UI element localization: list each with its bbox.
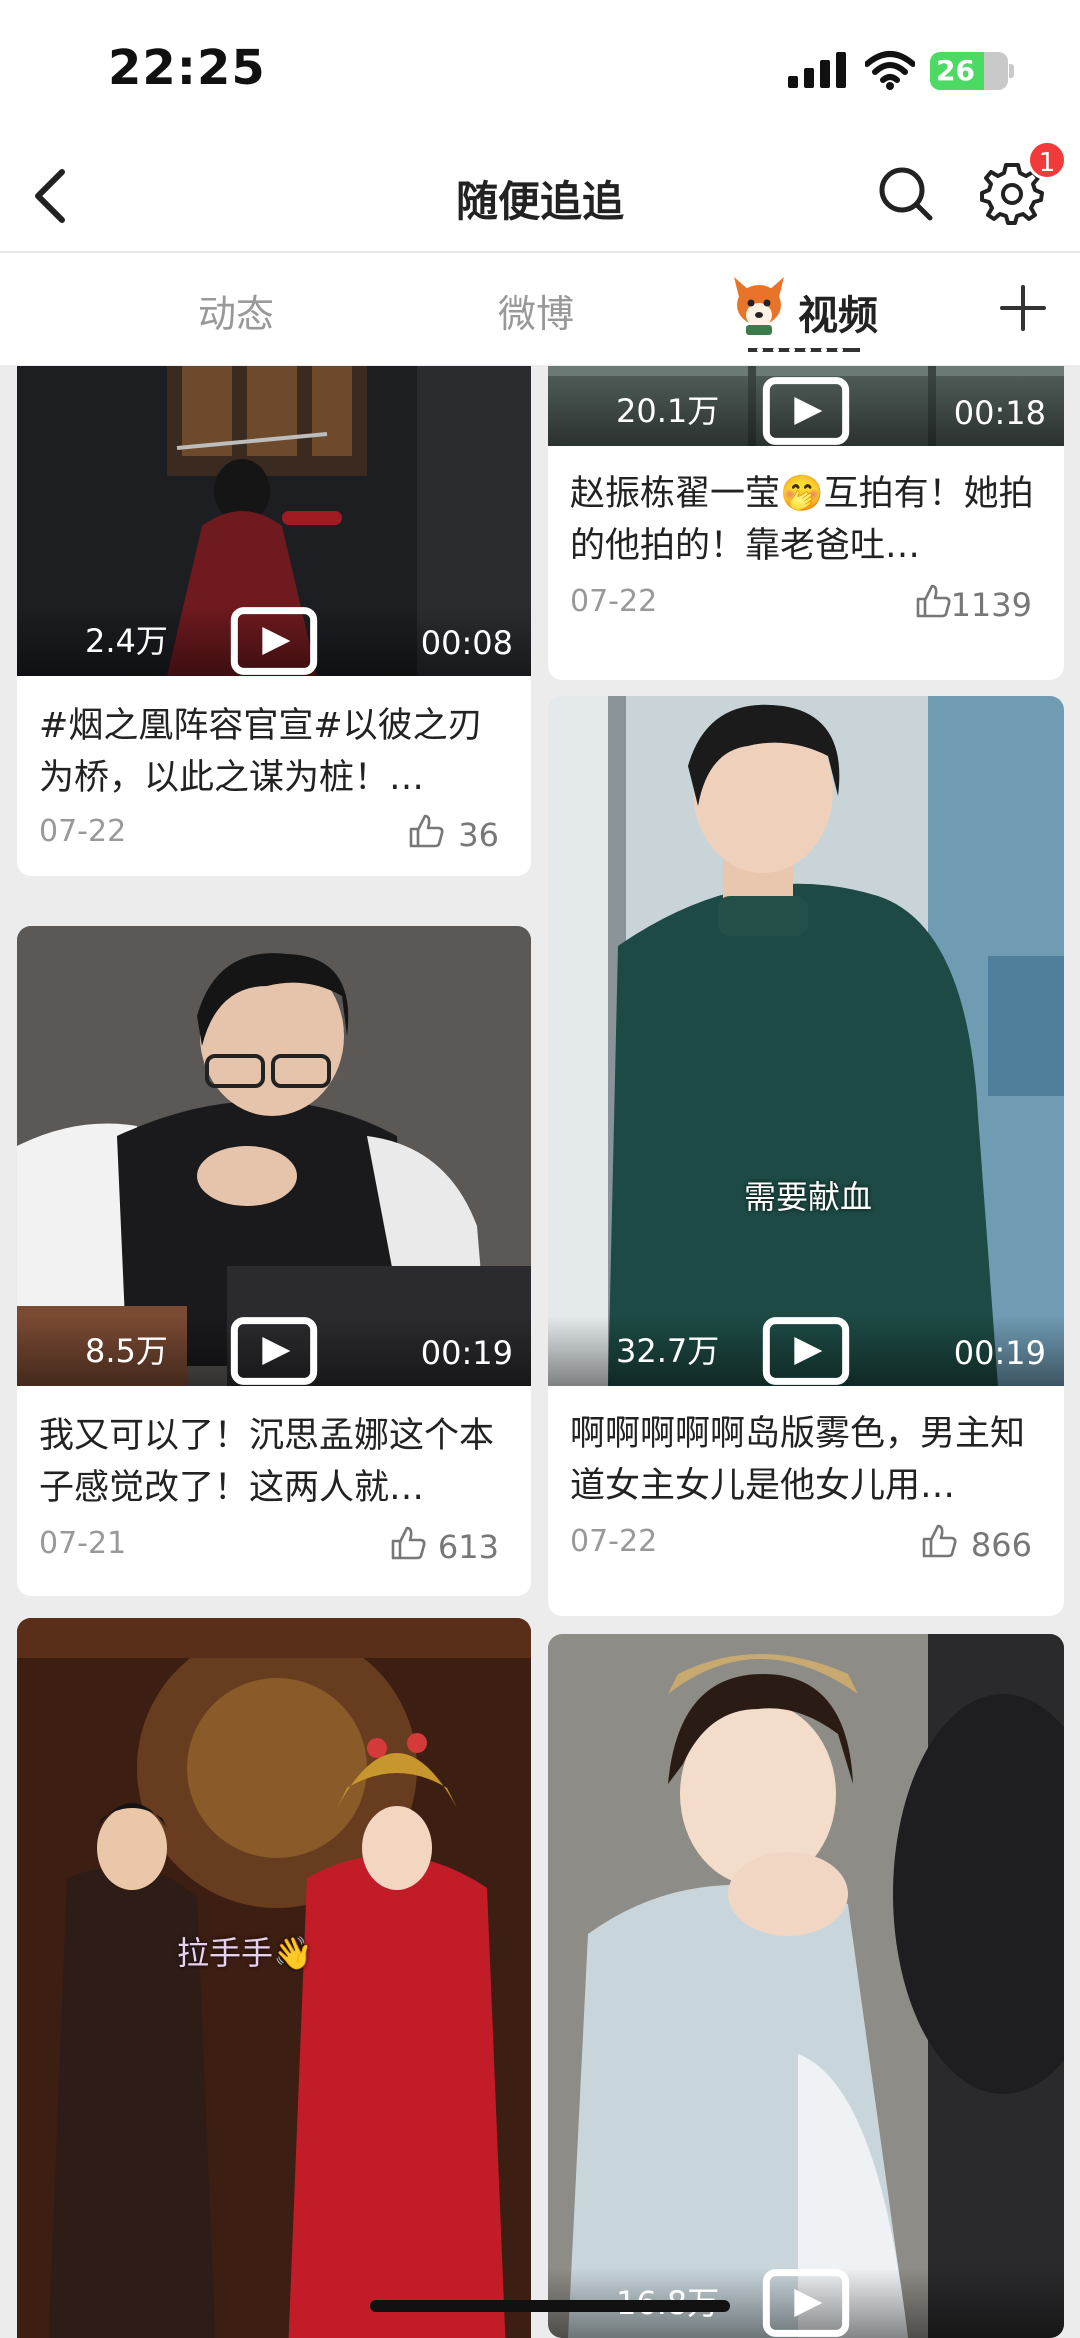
post-date: 07-21 (39, 1526, 127, 1561)
tab-weibo[interactable]: 微博 (498, 283, 574, 338)
video-duration: 00:19 (420, 1334, 513, 1372)
video-card[interactable]: 拉手手👋 (17, 1618, 531, 2338)
notification-badge: 1 (1027, 140, 1067, 180)
post-date: 07-22 (570, 1524, 658, 1559)
tab-video[interactable]: 视频 (798, 283, 878, 341)
video-thumbnail: 拉手手👋 (17, 1618, 531, 2338)
video-card[interactable]: 2.4万 00:08 #烟之凰阵容官宣#以彼之刃为桥，以此之谋为桩！… 07-2… (17, 366, 531, 876)
video-thumbnail: 16.8万 (548, 1634, 1064, 2338)
post-date: 07-22 (39, 814, 127, 849)
video-card[interactable]: 16.8万 (548, 1634, 1064, 2338)
video-overlay-caption: 需要献血 (744, 1178, 873, 1216)
video-feed: 2.4万 00:08 #烟之凰阵容官宣#以彼之刃为桥，以此之谋为桩！… 07-2… (0, 366, 1080, 2338)
post-date: 07-22 (570, 584, 658, 619)
view-count: 20.1万 (616, 392, 720, 430)
view-count: 2.4万 (85, 622, 168, 660)
thumbs-up-icon[interactable] (920, 1522, 958, 1560)
battery-indicator: 26 (930, 52, 1008, 90)
video-card[interactable]: 20.1万 00:18 赵振栋翟一莹🤭互拍有！她拍的他拍的！靠老爸吐… 07-2… (548, 366, 1064, 680)
status-bar: 22:25 26 (0, 0, 1080, 140)
status-time: 22:25 (108, 40, 266, 96)
video-meta-bar: 8.5万 00:19 (17, 1316, 531, 1386)
video-card[interactable]: 需要献血 32.7万 00:19 啊啊啊啊啊岛版雾色，男主知道女主女儿是他女儿用… (548, 696, 1064, 1616)
video-meta-bar: 32.7万 00:19 (548, 1316, 1064, 1386)
video-caption: 啊啊啊啊啊岛版雾色，男主知道女主女儿是他女儿用… (570, 1414, 1026, 1506)
like-count: 36 (458, 816, 499, 854)
video-thumbnail: 需要献血 32.7万 00:19 (548, 696, 1064, 1386)
view-count: 8.5万 (85, 1332, 168, 1370)
thumbs-up-icon[interactable] (914, 582, 952, 620)
cellular-signal-icon (788, 52, 846, 88)
tab-dynamics[interactable]: 动态 (198, 283, 274, 338)
like-count: 613 (437, 1528, 499, 1566)
tab-bar: 动态 微博 视频 (0, 253, 1080, 365)
video-meta-bar: 2.4万 00:08 (17, 606, 531, 676)
battery-level: 26 (936, 54, 975, 87)
video-duration: 00:19 (953, 1334, 1046, 1372)
video-caption: 赵振栋翟一莹🤭互拍有！她拍的他拍的！靠老爸吐… (570, 474, 1034, 566)
like-count: 866 (970, 1526, 1032, 1564)
video-caption: #烟之凰阵容官宣#以彼之刃为桥，以此之谋为桩！… (39, 706, 483, 798)
thumbs-up-icon[interactable] (407, 812, 445, 850)
active-tab-indicator (748, 347, 860, 353)
video-duration: 00:18 (953, 394, 1046, 432)
wifi-icon (865, 51, 915, 90)
top-nav-bar: 随便追追 1 (0, 140, 1080, 252)
video-thumbnail: 20.1万 00:18 (548, 366, 1064, 446)
thumbs-up-icon[interactable] (389, 1524, 427, 1562)
add-tab-plus-icon[interactable] (998, 283, 1048, 333)
battery-tip (1009, 64, 1014, 78)
home-indicator[interactable] (370, 2300, 730, 2312)
video-thumbnail: 8.5万 00:19 (17, 926, 531, 1386)
search-icon[interactable] (872, 160, 940, 228)
video-meta-bar: 20.1万 00:18 (548, 376, 1064, 446)
video-overlay-caption: 拉手手👋 (177, 1934, 313, 1972)
view-count: 32.7万 (616, 1332, 720, 1370)
video-caption: 我又可以了！沉思孟娜这个本子感觉改了！这两人就… (39, 1416, 495, 1508)
like-count: 1139 (950, 586, 1032, 624)
video-duration: 00:08 (420, 624, 513, 662)
video-card[interactable]: 8.5万 00:19 我又可以了！沉思孟娜这个本子感觉改了！这两人就… 07-2… (17, 926, 531, 1596)
video-thumbnail: 2.4万 00:08 (17, 366, 531, 676)
fox-mascot-icon (734, 277, 784, 335)
